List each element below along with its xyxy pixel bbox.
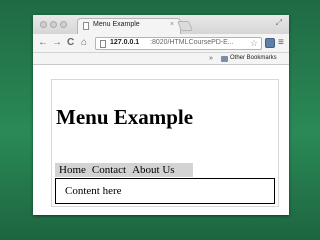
page-viewport: Menu Example Home Contact About Us Conte… bbox=[33, 65, 289, 215]
reload-icon[interactable]: C bbox=[67, 37, 74, 49]
page-heading: Menu Example bbox=[56, 105, 194, 129]
back-icon[interactable]: ← bbox=[38, 37, 48, 49]
menu-item-about-us[interactable]: About Us bbox=[132, 163, 174, 177]
browser-tab[interactable]: Menu Example × bbox=[77, 18, 181, 34]
extension-icon[interactable] bbox=[265, 38, 275, 48]
url-path: :8020/HTMLCoursePD-E... bbox=[150, 39, 234, 46]
forward-icon[interactable]: → bbox=[52, 37, 62, 49]
bookmark-star-icon[interactable]: ☆ bbox=[250, 38, 258, 49]
folder-icon bbox=[221, 56, 228, 62]
bookmarks-bar: » Other Bookmarks bbox=[33, 53, 289, 65]
content-text: Content here bbox=[65, 185, 122, 197]
url-host: 127.0.0.1 bbox=[110, 39, 140, 46]
tab-close-icon[interactable]: × bbox=[170, 21, 174, 28]
bookmarks-overflow-icon[interactable]: » bbox=[209, 53, 213, 64]
menu-bar: Home Contact About Us bbox=[55, 163, 193, 177]
address-bar[interactable]: 127.0.0.1 :8020/HTMLCoursePD-E... ☆ bbox=[95, 37, 262, 50]
browser-window: Menu Example × ⤢ ← → C ⌂ 127.0.0.1 :8020… bbox=[33, 15, 289, 215]
zoom-window-button[interactable] bbox=[60, 21, 67, 28]
tab-title: Menu Example bbox=[93, 21, 140, 28]
menu-item-home[interactable]: Home bbox=[59, 163, 86, 177]
other-bookmarks-link[interactable]: Other Bookmarks bbox=[230, 54, 277, 63]
page-info-icon[interactable] bbox=[100, 40, 106, 48]
minimize-window-button[interactable] bbox=[50, 21, 57, 28]
title-bar: Menu Example × ⤢ bbox=[33, 15, 289, 34]
close-window-button[interactable] bbox=[40, 21, 47, 28]
browser-menu-icon[interactable]: ≡ bbox=[278, 37, 284, 49]
content-box: Content here bbox=[55, 178, 275, 204]
navigation-toolbar: ← → C ⌂ 127.0.0.1 :8020/HTMLCoursePD-E..… bbox=[33, 34, 289, 53]
menu-item-contact[interactable]: Contact bbox=[92, 163, 126, 177]
page-icon bbox=[83, 22, 89, 30]
new-tab-button[interactable] bbox=[177, 21, 193, 31]
fullscreen-icon[interactable]: ⤢ bbox=[276, 18, 282, 28]
home-icon[interactable]: ⌂ bbox=[81, 37, 87, 49]
